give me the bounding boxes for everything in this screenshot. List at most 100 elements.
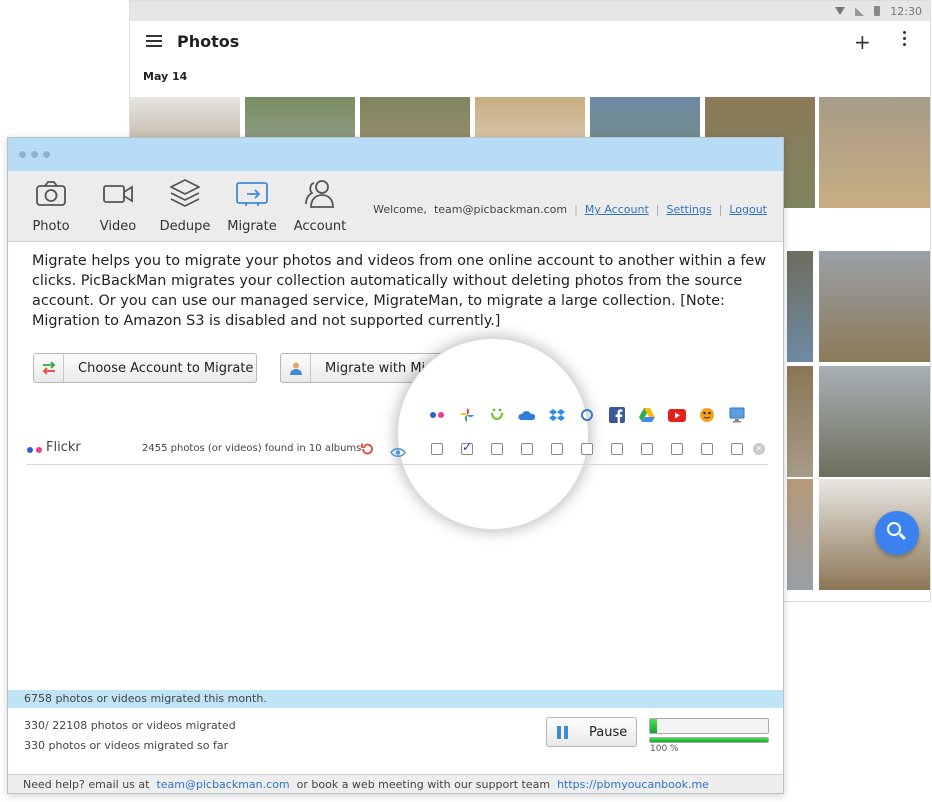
my-account-link[interactable]: My Account: [585, 203, 649, 216]
youtube-icon: [668, 406, 686, 424]
service-checkbox[interactable]: [551, 443, 563, 455]
main-toolbar: Photo Video Dedupe Migrate Account Welco…: [8, 171, 783, 242]
photo-thumbnail[interactable]: [819, 251, 930, 362]
magnifier-lens: [397, 338, 589, 530]
account-row-name: Flickr: [46, 440, 81, 455]
migrate-intro-text: Migrate helps you to migrate your photos…: [32, 253, 767, 329]
row-divider: [26, 464, 768, 465]
monthly-summary: 6758 photos or videos migrated this mont…: [8, 690, 783, 708]
service-checkbox[interactable]: [491, 443, 503, 455]
progress-percent: 100 %: [650, 744, 679, 754]
tool-account[interactable]: Account: [285, 177, 355, 237]
separator: |: [655, 203, 660, 216]
service-checkbox[interactable]: [641, 443, 653, 455]
add-icon[interactable]: +: [854, 30, 871, 54]
help-email-link[interactable]: team@picbackman.com: [156, 778, 289, 791]
pause-icon: [547, 718, 577, 746]
photos-title: Photos: [177, 31, 240, 51]
window-titlebar: [8, 138, 783, 171]
migrated-count: 330/ 22108 photos or videos migrated: [24, 719, 236, 732]
photo-thumbnail[interactable]: [819, 366, 930, 477]
current-progress-bar: [649, 718, 769, 734]
photo-thumbnail[interactable]: [787, 479, 813, 590]
progress-fill: [650, 738, 768, 742]
photo-thumbnail[interactable]: [787, 366, 813, 477]
tool-migrate[interactable]: Migrate: [217, 177, 287, 237]
pause-label: Pause: [589, 724, 628, 740]
remove-account-icon[interactable]: ×: [753, 443, 765, 455]
service-checkbox[interactable]: [521, 443, 533, 455]
tool-label: Migrate: [227, 219, 277, 234]
date-header: May 14: [143, 70, 188, 83]
migrate-icon: [236, 182, 268, 206]
service-checkbox[interactable]: [731, 443, 743, 455]
signal-icon: [855, 6, 865, 16]
welcome-prefix: Welcome,: [373, 203, 427, 216]
computer-icon: [728, 406, 746, 424]
status-bar: 12:30: [130, 1, 930, 21]
separator: |: [718, 203, 723, 216]
window-dot-icon[interactable]: [19, 151, 26, 158]
video-camera-icon: [103, 185, 133, 203]
layers-icon: [170, 179, 200, 207]
help-footer: Need help? email us at team@picbackman.c…: [8, 774, 783, 793]
logout-link[interactable]: Logout: [729, 203, 767, 216]
photos-app-bar: Photos: [130, 21, 930, 61]
tool-label: Dedupe: [159, 219, 211, 234]
camera-icon: [36, 181, 66, 206]
google-drive-icon: [638, 406, 656, 424]
booking-link[interactable]: https://pbmyoucanbook.me: [557, 778, 709, 791]
search-fab[interactable]: [875, 511, 919, 555]
overall-progress-bar: [649, 737, 769, 743]
facebook-icon: [608, 406, 626, 424]
more-options-icon[interactable]: [903, 31, 906, 46]
tool-label: Photo: [32, 219, 70, 234]
onedrive-icon: [518, 406, 536, 424]
service-checkbox[interactable]: [581, 443, 593, 455]
pause-button[interactable]: Pause: [546, 717, 637, 747]
service-checkbox[interactable]: [611, 443, 623, 455]
help-prefix: Need help? email us at: [23, 778, 150, 791]
settings-link[interactable]: Settings: [666, 203, 711, 216]
welcome-area: Welcome, team@picbackman.com | My Accoun…: [373, 203, 767, 216]
service-checkbox[interactable]: [671, 443, 683, 455]
person-icon: [281, 354, 311, 382]
refresh-icon[interactable]: [360, 441, 374, 460]
progress-fill: [650, 719, 658, 733]
zenfolio-icon: [578, 406, 596, 424]
tool-label: Video: [99, 219, 137, 234]
welcome-email: team@picbackman.com: [433, 203, 568, 216]
dropbox-icon: [548, 406, 566, 424]
battery-icon: [874, 6, 881, 16]
eye-icon[interactable]: [390, 443, 406, 462]
picbackman-window: Photo Video Dedupe Migrate Account Welco…: [7, 137, 784, 794]
photo-thumbnail[interactable]: [787, 251, 813, 362]
service-checkbox[interactable]: [701, 443, 713, 455]
tool-video[interactable]: Video: [83, 177, 153, 237]
status-time: 12:30: [890, 4, 922, 18]
tool-photo[interactable]: Photo: [16, 177, 86, 237]
imgur-icon: [698, 406, 716, 424]
flickr-icon: [428, 406, 446, 424]
users-icon: [305, 180, 334, 208]
swap-arrows-icon: [34, 354, 64, 382]
account-row-info: 2455 photos (or videos) found in 10 albu…: [142, 443, 362, 454]
google-photos-icon: [458, 406, 476, 424]
choose-account-button[interactable]: Choose Account to Migrate: [33, 353, 257, 383]
separator: |: [574, 203, 578, 216]
window-dot-icon[interactable]: [43, 151, 50, 158]
choose-account-label: Choose Account to Migrate: [78, 360, 254, 376]
smugmug-icon: [488, 406, 506, 424]
service-checkbox[interactable]: [431, 443, 443, 455]
tool-label: Account: [293, 219, 347, 234]
tool-dedupe[interactable]: Dedupe: [150, 177, 220, 237]
wifi-icon: [835, 7, 846, 15]
migrated-so-far: 330 photos or videos migrated so far: [24, 739, 229, 752]
window-dot-icon[interactable]: [31, 151, 38, 158]
photo-thumbnail[interactable]: [819, 97, 930, 208]
hamburger-menu-icon[interactable]: [146, 35, 162, 47]
flickr-icon: [27, 447, 42, 453]
search-icon: [887, 522, 901, 536]
help-middle: or book a web meeting with our support t…: [296, 778, 551, 791]
service-checkbox[interactable]: [461, 440, 473, 455]
